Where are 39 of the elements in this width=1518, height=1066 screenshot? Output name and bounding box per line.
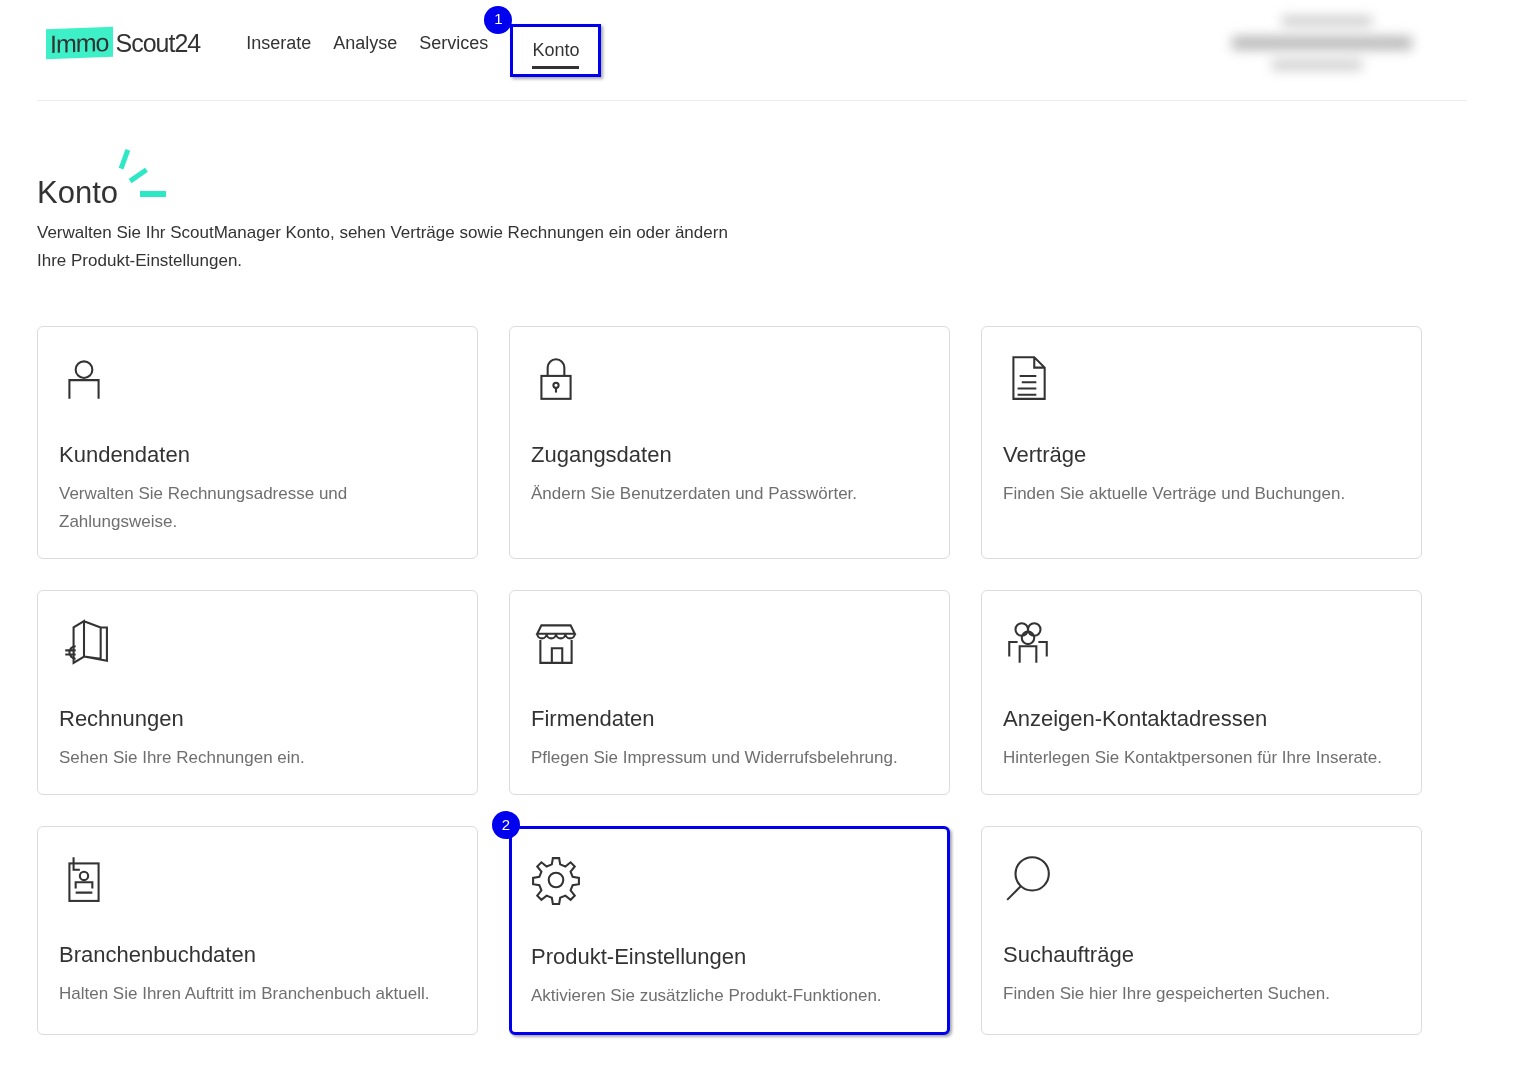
settings-icon — [531, 855, 581, 905]
card-description: Finden Sie aktuelle Verträge und Buchungen. — [1003, 483, 1347, 505]
account-card[interactable]: Rechnungen Sehen Sie Ihre Rechnungen ein. — [37, 590, 478, 795]
logo[interactable]: Immo Scout24 — [46, 28, 201, 58]
account-card[interactable]: Anzeigen-Kontaktadressen Hinterlegen Sie Kontaktpersonen für Ihre Inserate. — [981, 590, 1422, 795]
nav-link[interactable]: Services — [419, 32, 489, 62]
callout-badge: 2 — [492, 811, 520, 839]
card-title: Firmendaten — [531, 705, 656, 733]
account-card[interactable]: Branchenbuchdaten Halten Sie Ihren Auftritt im Branchenbuch aktuell. — [37, 826, 478, 1035]
callout-badge: 1 — [484, 5, 513, 34]
account-card[interactable]: Zugangsdaten Ändern Sie Benutzerdaten und Passwörter. — [509, 326, 950, 559]
card-title: Branchenbuchdaten — [59, 941, 257, 969]
card-description: Hinterlegen Sie Kontaktpersonen für Ihre Inserate. — [1003, 747, 1383, 769]
nav-link[interactable]: Konto — [532, 39, 580, 69]
account-card[interactable]: Kundendaten Verwalten Sie Rechnungsadresse und Zahlungsweise. — [37, 326, 478, 559]
card-title: Kundendaten — [59, 441, 191, 469]
account-card[interactable]: Verträge Finden Sie aktuelle Verträge und Buchungen. — [981, 326, 1422, 559]
card-title: Zugangsdaten — [531, 441, 673, 469]
account-card[interactable]: Suchaufträge Finden Sie hier Ihre gespeicherten Suchen. — [981, 826, 1422, 1035]
card-description: Aktivieren Sie zusätzliche Produkt-Funktionen. — [531, 985, 883, 1007]
card-title: Anzeigen-Kontaktadressen — [1003, 705, 1269, 733]
card-title: Rechnungen — [59, 705, 185, 733]
card-title: Suchaufträge — [1003, 941, 1135, 969]
card-description: Finden Sie hier Ihre gespeicherten Suchen. — [1003, 983, 1331, 1005]
card-description: Halten Sie Ihren Auftritt im Branchenbuch aktuell. — [59, 983, 431, 1005]
account-card[interactable]: Produkt-Einstellungen Aktivieren Sie zusätzliche Produkt-Funktionen. — [509, 826, 950, 1035]
card-description: Verwalten Sie Rechnungsadresse und Zahlungsweise. — [59, 483, 349, 533]
nav-link[interactable]: Analyse — [333, 32, 398, 62]
card-title: Produkt-Einstellungen — [531, 943, 748, 971]
page-title: Konto — [37, 174, 118, 212]
card-description: Ändern Sie Benutzerdaten und Passwörter. — [531, 483, 859, 505]
card-title: Verträge — [1003, 441, 1088, 469]
nav-link[interactable]: Inserate — [246, 32, 312, 62]
logo-text: Scout24 — [115, 28, 201, 58]
page-description: Verwalten Sie Ihr ScoutManager Konto, sehen Verträge sowie Rechnungen ein oder ändern Ihre Produkt-Einstellungen. — [37, 222, 729, 272]
logo-text: Immo — [46, 26, 113, 60]
card-description: Sehen Sie Ihre Rechnungen ein. — [59, 747, 306, 769]
card-description: Pflegen Sie Impressum und Widerrufsbelehrung. — [531, 747, 899, 769]
account-card[interactable]: Firmendaten Pflegen Sie Impressum und Widerrufsbelehrung. — [509, 590, 950, 795]
